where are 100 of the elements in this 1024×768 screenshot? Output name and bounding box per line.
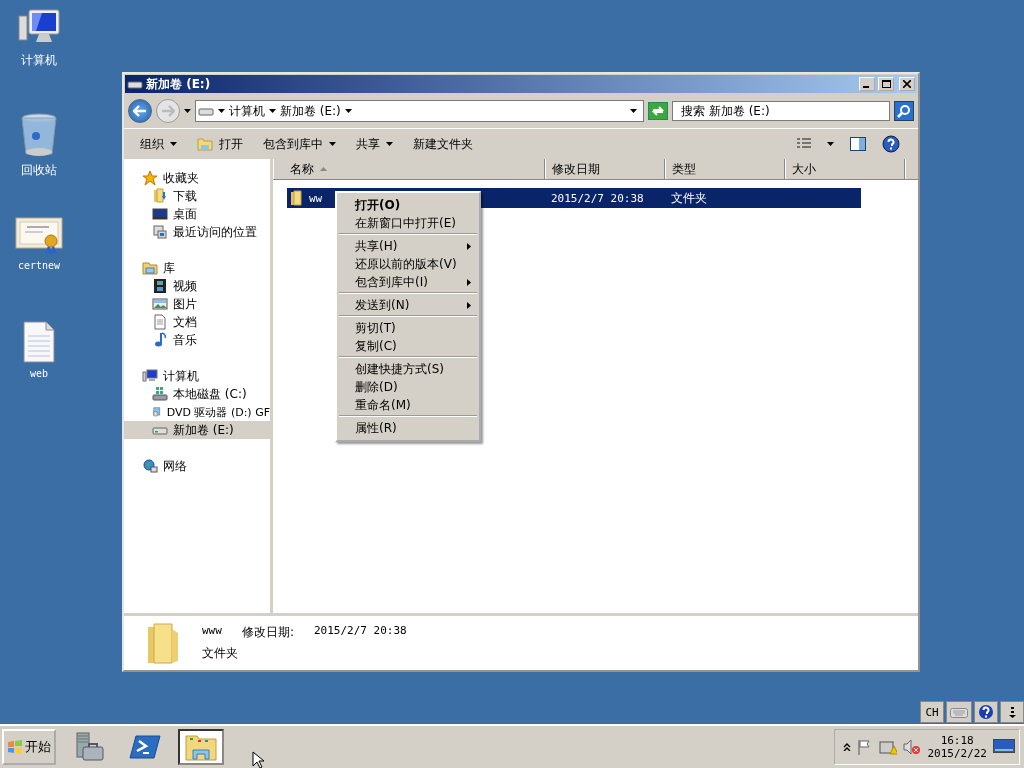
desktop-icon-label: certnew [17, 260, 61, 271]
menu-item[interactable]: 删除(D) [339, 378, 477, 396]
refresh-button[interactable] [648, 102, 668, 120]
dropdown-caret-icon [630, 109, 637, 113]
maximize-button[interactable] [878, 77, 894, 91]
folder-icon [289, 190, 305, 206]
network-icon [142, 458, 158, 474]
download-folder-icon [152, 188, 168, 204]
toolbar-button[interactable]: 打开 [189, 131, 251, 157]
desktop-icon-label: 计算机 [21, 52, 57, 69]
refresh-arrows-icon [651, 105, 665, 117]
view-caret-icon [827, 142, 834, 146]
menu-item[interactable]: 还原以前的版本(V) [339, 255, 477, 273]
column-header[interactable]: 修改日期 [545, 159, 665, 179]
address-field[interactable]: 计算机 新加卷 (E:) [195, 100, 644, 122]
drive-icon [127, 78, 143, 90]
taskbar-button[interactable] [178, 729, 224, 765]
close-icon [903, 80, 911, 88]
nav-item[interactable]: 视频 [124, 277, 270, 295]
desktop-icon [152, 206, 168, 222]
toolbar-button[interactable]: 新建文件夹 [405, 131, 481, 157]
item-name: www [202, 624, 222, 639]
nav-item[interactable]: 新加卷 (E:) [124, 421, 270, 439]
column-header[interactable]: 名称 [273, 159, 545, 179]
show-hidden-icons-icon[interactable] [843, 743, 852, 751]
start-button[interactable]: 开始 [2, 729, 56, 765]
search-button[interactable] [894, 101, 914, 121]
search-field[interactable]: 搜索 新加卷 (E:) [672, 101, 890, 121]
language-indicator[interactable]: CH [920, 701, 944, 723]
menu-item[interactable]: 重命名(M) [339, 396, 477, 414]
help-icon[interactable] [978, 704, 994, 720]
address-segment[interactable]: 计算机 [229, 102, 265, 120]
nav-item[interactable]: 计算机 [124, 367, 270, 385]
maximize-icon [881, 80, 891, 88]
caret-icon [329, 142, 336, 146]
show-desktop-icon[interactable] [993, 739, 1015, 755]
document-icon [22, 320, 56, 364]
menu-item[interactable]: 在新窗口中打开(E) [339, 214, 477, 232]
toolbar-button[interactable]: 共享 [348, 131, 401, 157]
computer-icon [142, 368, 158, 384]
keyboard-icon[interactable] [950, 706, 968, 718]
nav-item[interactable]: 图片 [124, 295, 270, 313]
submenu-arrow-icon [467, 301, 471, 309]
sort-arrow-icon [320, 167, 327, 171]
clock-time[interactable]: 16:18 [940, 734, 974, 747]
caret-icon [218, 109, 225, 113]
history-caret-icon [184, 109, 191, 113]
nav-item[interactable]: 网络 [124, 457, 270, 475]
modified-date: 2015/2/7 20:38 [313, 624, 407, 639]
folder-icon [184, 732, 218, 762]
menu-item[interactable]: 属性(R) [339, 419, 477, 437]
nav-item[interactable]: 库 [124, 259, 270, 277]
document-icon [152, 314, 168, 330]
options-caret-icon[interactable] [1008, 706, 1016, 718]
menu-item[interactable]: 剪切(T) [339, 319, 477, 337]
clock-date[interactable]: 2015/2/22 [927, 747, 987, 760]
menu-item[interactable]: 发送到(N) [339, 296, 477, 314]
server-toolbox-icon [73, 731, 105, 763]
address-segment[interactable]: 新加卷 (E:) [280, 102, 341, 120]
video-icon [152, 278, 168, 294]
minimize-button[interactable] [859, 77, 875, 91]
caret-icon [386, 142, 393, 146]
help-icon[interactable] [882, 135, 900, 153]
submenu-arrow-icon [467, 242, 471, 250]
menu-item[interactable]: 创建快捷方式(S) [339, 360, 477, 378]
menu-item[interactable]: 共享(H) [339, 237, 477, 255]
item-type: 文件夹 [202, 645, 239, 662]
desktop-icon-label: web [29, 368, 49, 379]
nav-item[interactable]: 桌面 [124, 205, 270, 223]
view-options-icon[interactable] [797, 138, 811, 150]
nav-item[interactable]: 音乐 [124, 331, 270, 349]
music-note-icon [152, 332, 168, 348]
toolbar-button[interactable]: 包含到库中 [255, 131, 344, 157]
nav-item[interactable]: 最近访问的位置 [124, 223, 270, 241]
menu-item[interactable]: 复制(C) [339, 337, 477, 355]
nav-item[interactable]: 下载 [124, 187, 270, 205]
nav-item[interactable]: 文档 [124, 313, 270, 331]
table-cell-text: 文件夹 [670, 189, 708, 207]
recent-places-icon [152, 224, 168, 240]
toolbar-button[interactable]: 组织 [132, 131, 185, 157]
nav-item[interactable]: DVD 驱动器 (D:) GF [124, 403, 270, 421]
volume-muted-icon[interactable] [903, 739, 922, 755]
back-arrow-icon [133, 105, 147, 117]
menu-item[interactable]: 包含到库中(I) [339, 273, 477, 291]
library-icon [142, 260, 158, 276]
caret-icon [269, 109, 276, 113]
picture-icon [152, 296, 168, 312]
close-button[interactable] [899, 77, 915, 91]
preview-pane-icon[interactable] [850, 137, 866, 151]
four-color-flag-icon [7, 740, 23, 754]
drive-icon [198, 105, 214, 117]
nav-item[interactable]: 本地磁盘 (C:) [124, 385, 270, 403]
window-title: 新加卷 (E:) [146, 75, 212, 93]
system-drive-icon [152, 386, 168, 402]
column-header[interactable]: 大小 [785, 159, 905, 179]
dvd-drive-icon [152, 404, 162, 420]
back-button[interactable] [128, 99, 152, 123]
nav-item[interactable]: 收藏夹 [124, 169, 270, 187]
forward-arrow-icon [161, 105, 175, 117]
column-header[interactable]: 类型 [665, 159, 785, 179]
